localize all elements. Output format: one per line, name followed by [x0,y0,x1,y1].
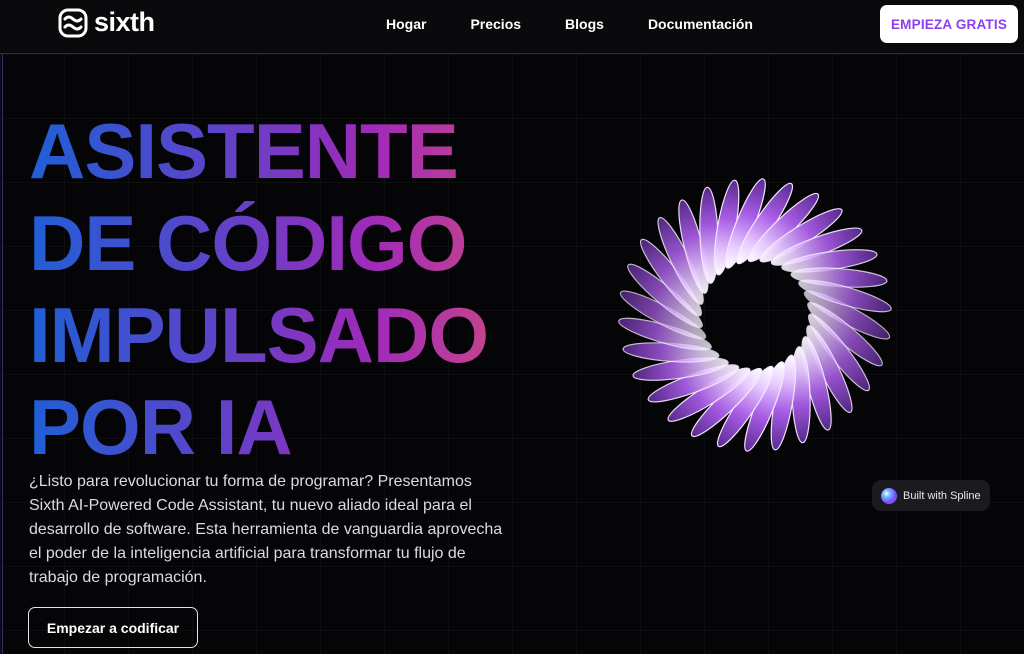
nav-link-precios[interactable]: Precios [470,16,521,32]
nav-link-documentacion[interactable]: Documentación [648,16,753,32]
hero-title-line: IMPULSADO [29,291,489,379]
start-free-button[interactable]: EMPIEZA GRATIS [880,5,1018,43]
hero-title-line: ASISTENTE [29,105,488,197]
start-coding-button[interactable]: Empezar a codificar [28,607,198,648]
brand-name: sixth [94,7,155,37]
nav-links: Hogar Precios Blogs Documentación [386,16,797,32]
nav-link-blogs[interactable]: Blogs [565,16,604,32]
ring-svg [618,178,892,452]
brand-logo[interactable]: sixth [58,7,155,38]
wave-logo-icon [58,8,88,38]
spline-badge-label: Built with Spline [903,489,981,502]
left-accent-line [2,54,3,654]
hero-title: ASISTENTE DE CÓDIGO IMPULSADO POR IA [29,105,489,473]
hero-title-line: POR IA [29,381,488,473]
hero-title-line: DE CÓDIGO [29,197,488,289]
built-with-spline-badge[interactable]: Built with Spline [872,480,990,511]
3d-spiral-ring-graphic[interactable] [600,160,910,475]
navbar: sixth Hogar Precios Blogs Documentación … [0,0,1024,54]
spline-logo-icon [881,487,897,504]
hero-description: ¿Listo para revolucionar tu forma de pro… [29,473,503,586]
nav-link-hogar[interactable]: Hogar [386,16,426,32]
